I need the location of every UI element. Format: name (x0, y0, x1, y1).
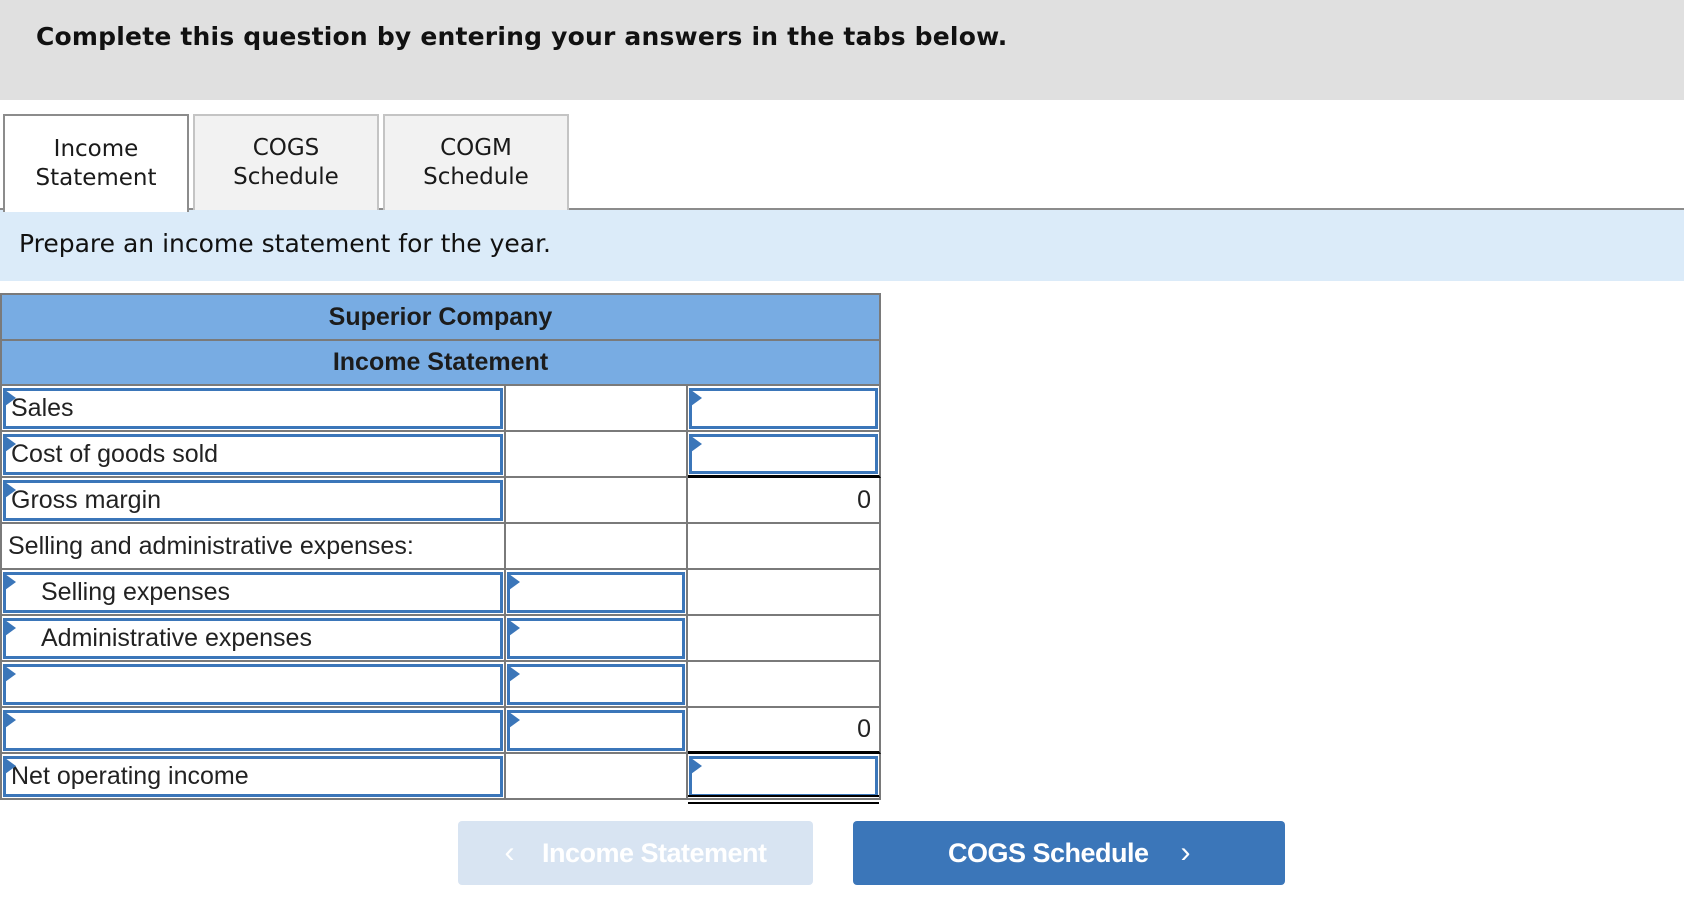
cogs-label-dropdown[interactable]: Cost of goods sold (3, 434, 503, 475)
input-flag-icon (509, 620, 520, 636)
label-text: Cost of goods sold (11, 440, 219, 468)
amount-cell (506, 616, 688, 662)
total-cell-blank (688, 616, 881, 662)
total-cell-blank (688, 570, 881, 616)
input-flag-icon (691, 758, 702, 774)
prompt-text: Prepare an income statement for the year… (19, 229, 551, 258)
administrative-expenses-amount-input[interactable] (507, 618, 685, 659)
label-cell: Administrative expenses (0, 616, 506, 662)
instruction-text: Complete this question by entering your … (36, 22, 1008, 51)
total-cell-blank (688, 662, 881, 708)
tab-bar: Income Statement COGS Schedule COGM Sche… (0, 114, 1684, 212)
blank-amount-input-1[interactable] (507, 664, 685, 705)
amount-cell-blank (506, 524, 688, 570)
label-cell (0, 662, 506, 708)
table-row-cogs: Cost of goods sold (0, 432, 881, 478)
amount-cell-blank (506, 386, 688, 432)
label-text: Administrative expenses (41, 624, 312, 652)
label-cell: Net operating income (0, 754, 506, 800)
amount-cell-blank (506, 478, 688, 524)
instruction-bar: Complete this question by entering your … (0, 0, 1684, 100)
net-operating-income-input[interactable] (689, 756, 878, 797)
blank-label-dropdown-1[interactable] (3, 664, 503, 705)
total-cell (688, 754, 881, 804)
next-tab-button[interactable]: COGS Schedule › (853, 821, 1285, 885)
sales-total-input[interactable] (689, 388, 878, 429)
next-button-label: COGS Schedule (947, 837, 1149, 868)
table-row-blank-2: 0 (0, 708, 881, 754)
tab-income-statement[interactable]: Income Statement (3, 114, 189, 212)
dropdown-flag-icon (5, 436, 16, 452)
input-flag-icon (509, 574, 520, 590)
tab-cogm-schedule[interactable]: COGM Schedule (383, 114, 569, 210)
statement-title: Income Statement (0, 339, 881, 386)
dropdown-flag-icon (5, 620, 16, 636)
total-cell-blank (688, 524, 881, 570)
income-statement-table: Superior Company Income Statement Sales … (0, 293, 881, 804)
amount-cell (506, 708, 688, 754)
table-row-selling-expenses: Selling expenses (0, 570, 881, 616)
amount-cell (506, 570, 688, 616)
tab-label: COGS Schedule (233, 135, 339, 190)
selling-expenses-label-dropdown[interactable]: Selling expenses (3, 572, 503, 613)
tab-label: COGM Schedule (423, 135, 529, 190)
cogs-total-input[interactable] (689, 434, 878, 474)
administrative-expenses-label-dropdown[interactable]: Administrative expenses (3, 618, 503, 659)
tab-cogs-schedule[interactable]: COGS Schedule (193, 114, 379, 210)
table-row-sa-heading: Selling and administrative expenses: (0, 524, 881, 570)
label-text: Net operating income (11, 762, 249, 790)
dropdown-flag-icon (5, 758, 16, 774)
gross-margin-total: 0 (688, 478, 881, 524)
gross-margin-label-dropdown[interactable]: Gross margin (3, 480, 503, 521)
label-cell: Cost of goods sold (0, 432, 506, 478)
selling-expenses-amount-input[interactable] (507, 572, 685, 613)
dropdown-flag-icon (5, 666, 16, 682)
prev-button-label: Income Statement (541, 837, 767, 868)
input-flag-icon (691, 436, 702, 452)
gross-margin-value: 0 (857, 485, 871, 514)
sales-label-dropdown[interactable]: Sales (3, 388, 503, 429)
table-row-gross-margin: Gross margin 0 (0, 478, 881, 524)
prev-tab-button[interactable]: ‹ Income Statement (458, 821, 813, 885)
label-cell: Selling and administrative expenses: (0, 524, 506, 570)
table-row-blank-1 (0, 662, 881, 708)
blank-amount-input-2[interactable] (507, 710, 685, 751)
label-cell: Sales (0, 386, 506, 432)
tab-label: Income Statement (35, 136, 157, 191)
dropdown-flag-icon (5, 712, 16, 728)
sa-total-value: 0 (857, 715, 871, 743)
dropdown-flag-icon (5, 482, 16, 498)
input-flag-icon (691, 390, 702, 406)
blank-label-dropdown-2[interactable] (3, 710, 503, 751)
total-cell (688, 386, 881, 432)
chevron-left-icon: ‹ (504, 836, 514, 869)
label-cell: Selling expenses (0, 570, 506, 616)
sa-total-cell: 0 (688, 708, 881, 754)
amount-cell-blank (506, 432, 688, 478)
label-cell: Gross margin (0, 478, 506, 524)
amount-cell-blank (506, 754, 688, 800)
table-row-administrative-expenses: Administrative expenses (0, 616, 881, 662)
input-flag-icon (509, 712, 520, 728)
input-flag-icon (509, 666, 520, 682)
company-name: Superior Company (0, 293, 881, 339)
label-text: Gross margin (11, 486, 162, 514)
sa-heading-label: Selling and administrative expenses: (8, 531, 414, 560)
label-cell (0, 708, 506, 754)
dropdown-flag-icon (5, 574, 16, 590)
chevron-right-icon: › (1180, 836, 1191, 869)
amount-cell (506, 662, 688, 708)
net-operating-income-label-dropdown[interactable]: Net operating income (3, 756, 503, 797)
table-row-sales: Sales (0, 386, 881, 432)
table-row-net-operating-income: Net operating income (0, 754, 881, 804)
label-text: Sales (11, 394, 74, 422)
label-text: Selling expenses (41, 578, 231, 606)
dropdown-flag-icon (5, 390, 16, 406)
total-cell (688, 432, 881, 478)
prompt-band: Prepare an income statement for the year… (0, 210, 1684, 281)
